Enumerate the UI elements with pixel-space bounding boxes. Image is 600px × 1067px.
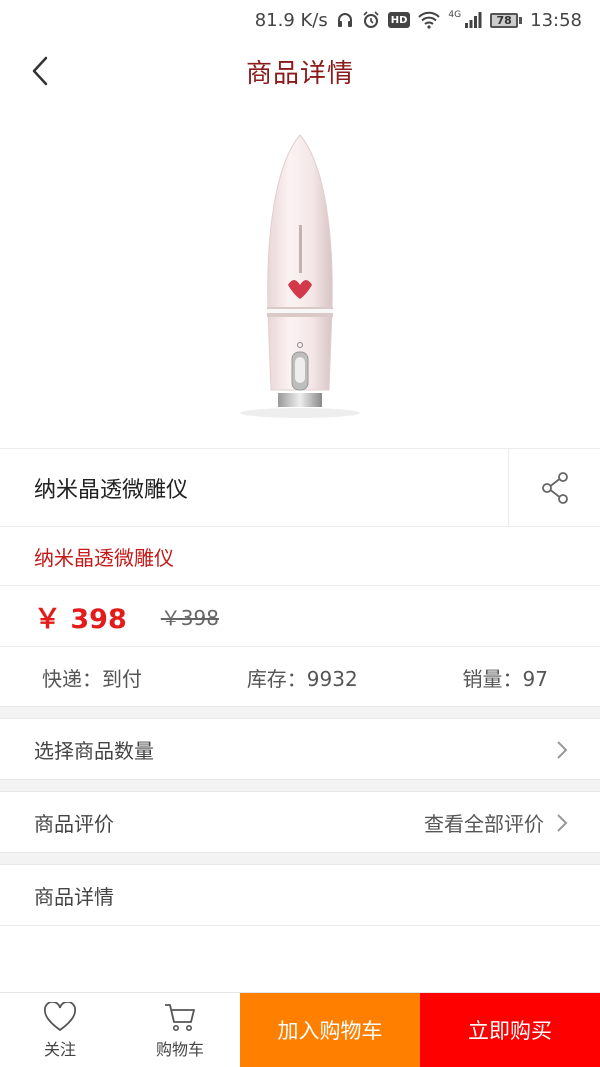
- follow-button[interactable]: 关注: [0, 993, 120, 1067]
- battery-icon: 78: [490, 12, 523, 28]
- heart-icon: [43, 1001, 77, 1031]
- beauty-device-image: [240, 134, 360, 418]
- product-review-row[interactable]: 商品评价 查看全部评价: [0, 793, 600, 852]
- share-icon: [541, 471, 568, 504]
- back-button[interactable]: [24, 54, 60, 90]
- sales-info: 销量：97: [462, 666, 548, 691]
- stock-info: 库存：9932: [246, 666, 358, 691]
- buy-now-button[interactable]: 立即购买: [420, 993, 600, 1067]
- cart-label: 购物车: [155, 1039, 204, 1059]
- shipping-info: 快递：到付: [42, 666, 142, 691]
- wifi-icon: [418, 10, 441, 30]
- product-subtitle: 纳米晶透微雕仪: [34, 545, 174, 570]
- add-to-cart-button[interactable]: 加入购物车: [240, 993, 420, 1067]
- headphones-icon: [336, 10, 354, 30]
- network-speed: 81.9 K/s: [254, 9, 328, 31]
- signal-icon: 4G: [448, 10, 482, 30]
- product-review-label: 商品评价: [34, 812, 114, 836]
- product-name-row: 纳米晶透微雕仪: [0, 449, 600, 526]
- alarm-icon: [362, 10, 380, 30]
- product-subtitle-row: 纳米晶透微雕仪: [0, 527, 600, 585]
- select-quantity-row[interactable]: 选择商品数量: [0, 720, 600, 779]
- network-type: 4G: [448, 10, 462, 20]
- page-title: 商品详情: [245, 58, 354, 89]
- price-row: ￥ 398 ￥398: [0, 586, 600, 646]
- hd-icon: HD: [387, 12, 411, 28]
- product-detail-row: 商品详情: [0, 866, 600, 925]
- battery-level: 78: [490, 12, 519, 28]
- view-all-reviews-link[interactable]: 查看全部评价: [424, 808, 544, 837]
- product-name: 纳米晶透微雕仪: [34, 477, 189, 503]
- bottom-action-bar: 关注 购物车 加入购物车 立即购买: [0, 992, 600, 1067]
- status-bar: 81.9 K/s HD 4G 78 13:58: [0, 0, 600, 40]
- current-price: ￥ 398: [34, 603, 127, 635]
- original-price: ￥398: [160, 605, 219, 630]
- product-info-row: 快递：到付 库存：9932 销量：97: [0, 647, 600, 707]
- cart-icon: [165, 1003, 195, 1031]
- product-detail-label: 商品详情: [34, 885, 114, 909]
- clock: 13:58: [530, 9, 582, 31]
- header: 商品详情: [0, 40, 600, 102]
- follow-label: 关注: [43, 1039, 76, 1059]
- share-button[interactable]: [508, 449, 600, 526]
- chevron-right-icon: [557, 813, 568, 832]
- chevron-left-icon: [32, 56, 48, 86]
- select-quantity-label: 选择商品数量: [34, 739, 154, 763]
- product-image: [0, 102, 600, 448]
- chevron-right-icon: [557, 740, 568, 759]
- cart-button[interactable]: 购物车: [120, 993, 240, 1067]
